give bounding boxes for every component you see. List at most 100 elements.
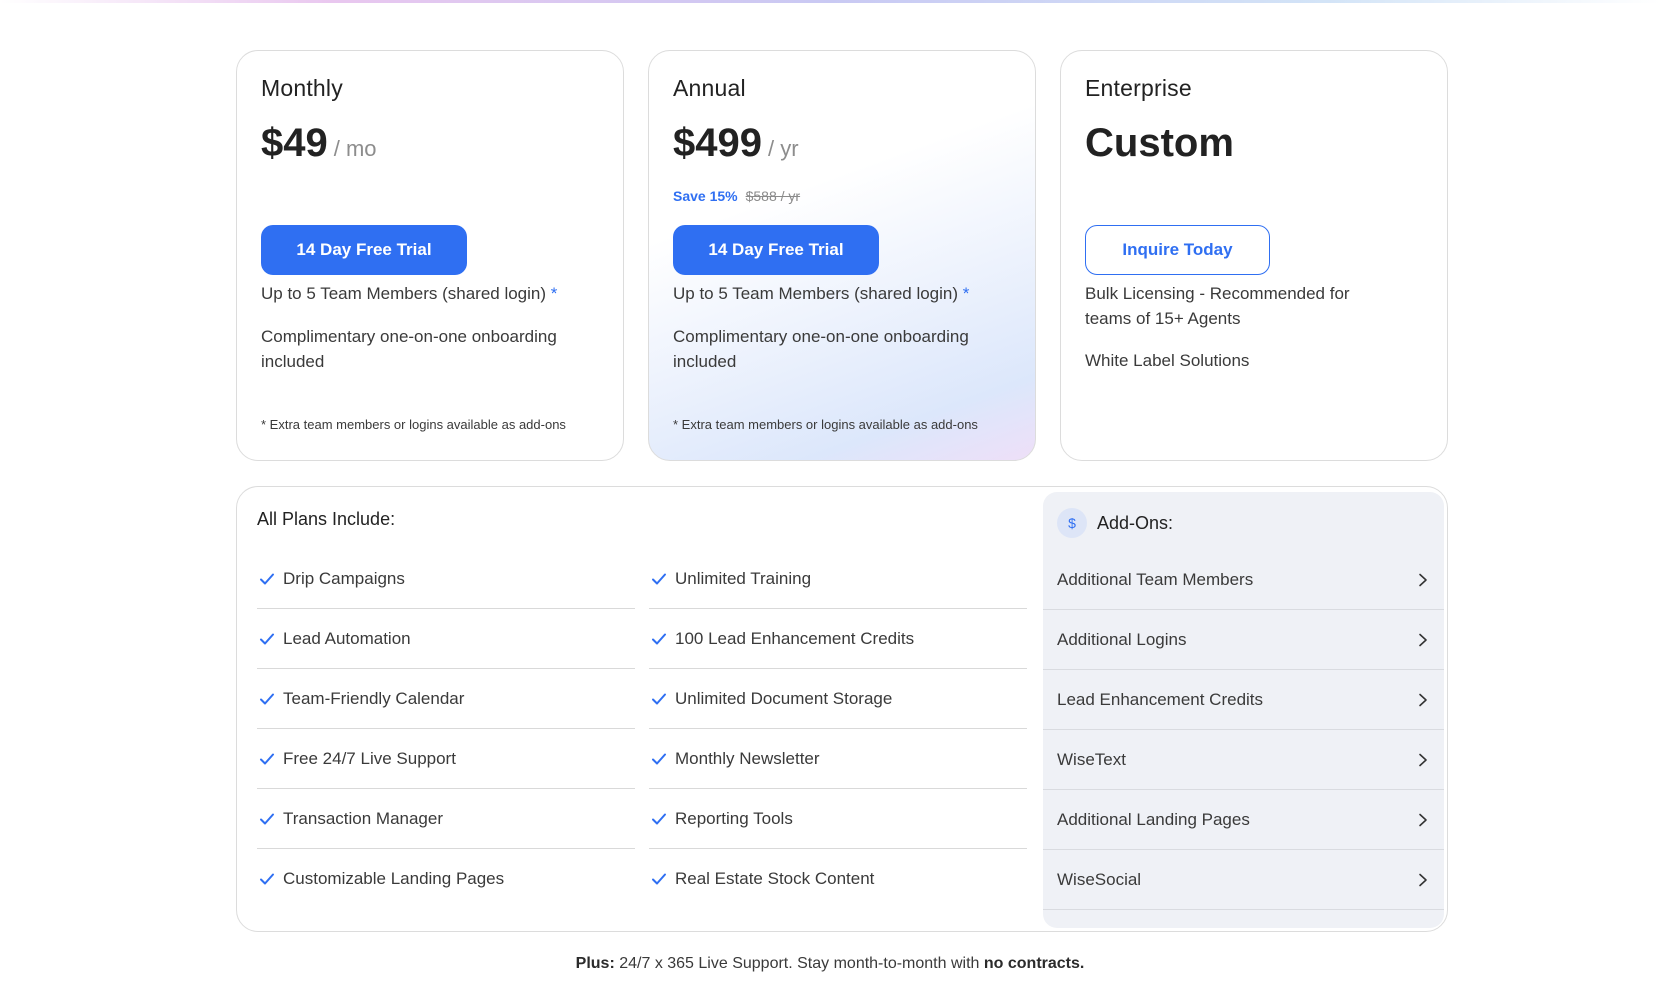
list-item-label: 100 Lead Enhancement Credits (675, 628, 915, 648)
check-icon (259, 751, 275, 767)
addon-label: Additional Landing Pages (1057, 809, 1250, 829)
list-item-label: Real Estate Stock Content (675, 869, 875, 888)
list-item-label: Lead Automation (283, 628, 411, 648)
includes-column-2: Unlimited Training 100 Lead Enhancement … (649, 549, 1027, 909)
addons-panel: $ Add-Ons: Additional Team Members Addit… (1043, 492, 1444, 928)
chevron-right-icon (1416, 753, 1430, 767)
chevron-right-icon (1416, 633, 1430, 647)
plan-feature: Bulk Licensing - Recommended for teams o… (1085, 284, 1350, 328)
plan-card-monthly: Monthly $49 / mo 14 Day Free Trial Up to… (236, 50, 624, 461)
addon-item[interactable]: Additional Logins (1043, 610, 1444, 670)
plan-price: Custom (1085, 121, 1234, 165)
addon-item[interactable]: WiseSocial (1043, 850, 1444, 910)
plan-price: $499 (673, 121, 762, 165)
addon-list: Additional Team Members Additional Login… (1043, 550, 1444, 910)
check-icon (259, 691, 275, 707)
plan-feature: Up to 5 Team Members (shared login) * (261, 281, 601, 306)
price-row: Custom (1085, 121, 1234, 166)
addon-label: Additional Team Members (1057, 569, 1254, 589)
list-item-label: Unlimited Document Storage (675, 688, 893, 708)
top-gradient-bar (0, 0, 1660, 3)
list-item: Lead Automation (257, 609, 635, 669)
list-item: Transaction Manager (257, 789, 635, 849)
check-icon (259, 571, 275, 587)
plan-period: / mo (333, 136, 377, 161)
addon-item[interactable]: WiseText (1043, 730, 1444, 790)
check-icon (651, 631, 667, 647)
free-trial-button[interactable]: 14 Day Free Trial (261, 225, 467, 275)
list-item: Reporting Tools (649, 789, 1027, 849)
plan-name: Monthly (261, 75, 343, 101)
addon-label: Lead Enhancement Credits (1057, 689, 1264, 709)
plan-period: / yr (767, 136, 799, 161)
list-item: Real Estate Stock Content (649, 849, 1027, 909)
list-item-label: Drip Campaigns (283, 568, 405, 588)
plan-feature: Complimentary one-on-one onboarding incl… (673, 327, 969, 371)
plan-feature: White Label Solutions (1085, 351, 1250, 370)
addon-item[interactable]: Lead Enhancement Credits (1043, 670, 1444, 730)
list-item: Team-Friendly Calendar (257, 669, 635, 729)
list-item-label: Free 24/7 Live Support (283, 748, 456, 768)
check-icon (651, 811, 667, 827)
savings-row: Save 15% $588 / yr (673, 188, 800, 204)
list-item: Monthly Newsletter (649, 729, 1027, 789)
price-row: $499 / yr (673, 121, 799, 166)
chevron-right-icon (1416, 693, 1430, 707)
plan-footnote: * Extra team members or logins available… (673, 417, 978, 432)
plan-feature: Complimentary one-on-one onboarding incl… (261, 327, 557, 371)
check-icon (651, 751, 667, 767)
check-icon (651, 691, 667, 707)
list-item: Unlimited Training (649, 549, 1027, 609)
check-icon (259, 811, 275, 827)
addon-label: Additional Logins (1057, 629, 1187, 649)
plan-card-enterprise: Enterprise Custom Inquire Today Bulk Lic… (1060, 50, 1448, 461)
footer-note: Plus: 24/7 x 365 Live Support. Stay mont… (0, 955, 1660, 973)
includes-column-1: Drip Campaigns Lead Automation Team-Frie… (257, 549, 635, 909)
check-icon (651, 571, 667, 587)
plan-card-annual: Annual $499 / yr Save 15% $588 / yr 14 D… (648, 50, 1036, 461)
list-item: Free 24/7 Live Support (257, 729, 635, 789)
chevron-right-icon (1416, 813, 1430, 827)
old-price: $588 / yr (745, 188, 801, 204)
check-icon (259, 631, 275, 647)
addons-header: $ Add-Ons: (1057, 508, 1173, 538)
addon-label: WiseSocial (1057, 869, 1142, 889)
addon-item[interactable]: Additional Landing Pages (1043, 790, 1444, 850)
addon-label: WiseText (1057, 749, 1126, 769)
footer-plus: Plus: (575, 955, 615, 972)
asterisk-mark: * (550, 284, 558, 303)
plan-name: Enterprise (1085, 75, 1192, 101)
plan-feature-text: Up to 5 Team Members (shared login) (261, 284, 547, 303)
includes-title: All Plans Include: (257, 509, 396, 529)
chevron-right-icon (1416, 873, 1430, 887)
all-plans-include-panel: All Plans Include: Drip Campaigns Lead A… (236, 486, 1448, 932)
plan-feature-text: Up to 5 Team Members (shared login) (673, 284, 959, 303)
plan-name: Annual (673, 75, 746, 101)
inquire-button[interactable]: Inquire Today (1085, 225, 1270, 275)
list-item-label: Team-Friendly Calendar (283, 688, 465, 708)
list-item: 100 Lead Enhancement Credits (649, 609, 1027, 669)
free-trial-button[interactable]: 14 Day Free Trial (673, 225, 879, 275)
footer-text: 24/7 x 365 Live Support. Stay month-to-m… (614, 955, 984, 972)
list-item-label: Customizable Landing Pages (283, 869, 505, 888)
list-item-label: Reporting Tools (675, 808, 793, 828)
chevron-right-icon (1416, 573, 1430, 587)
pricing-plans: Monthly $49 / mo 14 Day Free Trial Up to… (236, 50, 1448, 461)
list-item: Drip Campaigns (257, 549, 635, 609)
dollar-icon: $ (1057, 508, 1087, 538)
savings-label: Save 15% (673, 188, 738, 204)
addon-item[interactable]: Additional Team Members (1043, 550, 1444, 610)
plan-feature: Up to 5 Team Members (shared login) * (673, 281, 1013, 306)
check-icon (651, 871, 667, 887)
price-row: $49 / mo (261, 121, 377, 166)
list-item: Customizable Landing Pages (257, 849, 635, 909)
check-icon (259, 871, 275, 887)
plan-footnote: * Extra team members or logins available… (261, 417, 566, 432)
footer-bold: no contracts. (983, 955, 1085, 972)
list-item-label: Unlimited Training (675, 568, 812, 588)
list-item: Unlimited Document Storage (649, 669, 1027, 729)
list-item-label: Monthly Newsletter (675, 748, 820, 768)
addons-title: Add-Ons: (1097, 512, 1174, 533)
list-item-label: Transaction Manager (283, 808, 444, 828)
asterisk-mark: * (962, 284, 970, 303)
